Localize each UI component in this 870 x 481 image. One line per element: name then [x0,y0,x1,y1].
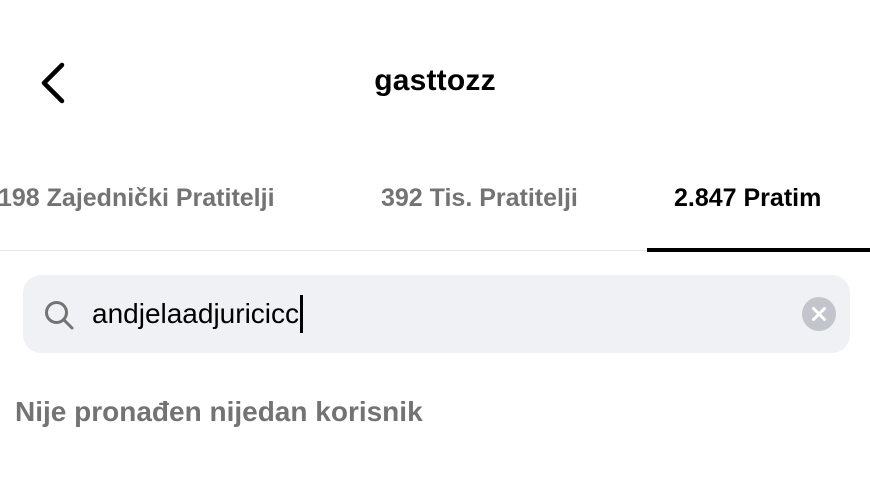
search-input-text: andjelaadjuricicc [92,298,300,329]
tab-mutual-followers[interactable]: 198 Zajednički Pratitelji [0,184,275,213]
page-title: gasttozz [374,64,496,97]
search-input[interactable]: andjelaadjuricicc [92,294,304,334]
tab-bar: 198 Zajednički Pratitelji 392 Tis. Prati… [0,180,870,252]
clear-search-button[interactable] [802,297,836,331]
search-bar[interactable]: andjelaadjuricicc [23,275,850,353]
search-icon [45,301,74,330]
clear-icon [812,307,826,321]
active-tab-indicator [647,248,870,252]
following-screen: gasttozz 198 Zajednički Pratitelji 392 T… [0,0,870,481]
tab-following[interactable]: 2.847 Pratim [674,184,821,213]
no-results-message: Nije pronađen nijedan korisnik [15,396,423,427]
text-caret [300,294,304,333]
tab-followers[interactable]: 392 Tis. Pratitelji [381,184,578,213]
